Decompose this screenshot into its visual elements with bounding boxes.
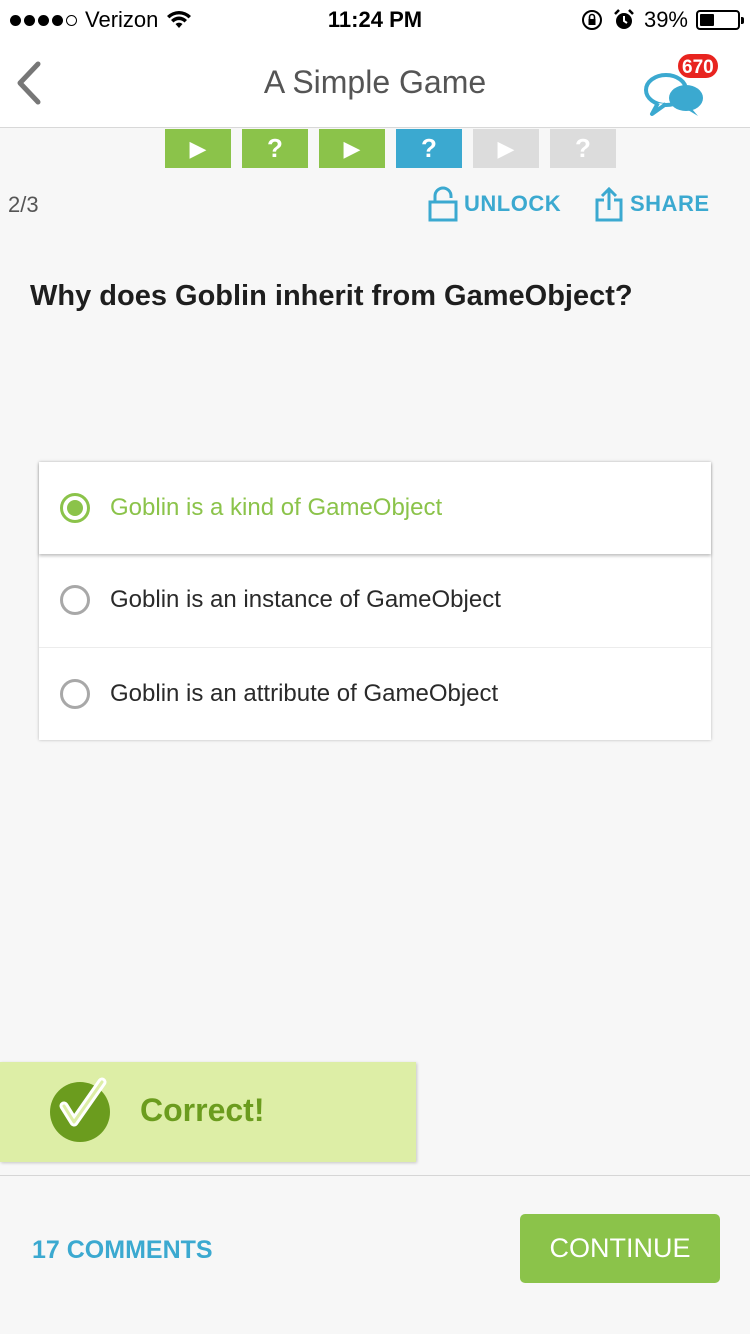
- radio-unselected-icon[interactable]: [60, 679, 90, 709]
- lesson-toolbar: 2/3 UNLOCK SHARE: [0, 180, 750, 230]
- play-icon: ▶: [497, 135, 515, 161]
- carrier-name: Verizon: [85, 7, 159, 32]
- navigation-bar: A Simple Game 670: [0, 40, 750, 128]
- discussion-button[interactable]: 670: [640, 52, 720, 118]
- answer-option-3[interactable]: Goblin is an attribute of GameObject: [39, 648, 711, 740]
- comment-count-badge: 670: [676, 52, 720, 80]
- answer-option-2[interactable]: Goblin is an instance of GameObject: [39, 554, 711, 646]
- play-icon: ▶: [343, 135, 361, 161]
- continue-button[interactable]: CONTINUE: [520, 1214, 720, 1283]
- progress-tile-1[interactable]: ▶: [165, 129, 231, 168]
- unlock-label: UNLOCK: [464, 191, 562, 216]
- lock-icon: [428, 186, 458, 222]
- battery-level: [700, 14, 715, 26]
- progress-tile-5[interactable]: ▶: [473, 129, 539, 168]
- feedback-banner: Correct!: [0, 1062, 416, 1162]
- battery-percent: 39%: [643, 7, 688, 32]
- share-icon: [595, 186, 623, 222]
- question-mark-icon: ?: [267, 133, 283, 163]
- share-button[interactable]: SHARE: [594, 186, 710, 222]
- answer-option-label: Goblin is a kind of GameObject: [110, 494, 443, 521]
- progress-tile-2[interactable]: ?: [242, 129, 308, 168]
- progress-tile-3[interactable]: ▶: [319, 129, 385, 168]
- status-left: Verizon: [10, 7, 192, 33]
- lesson-progress-tiles: ▶? ▶? ▶?: [165, 129, 616, 168]
- answer-option-1[interactable]: Goblin is a kind of GameObject: [39, 462, 711, 554]
- signal-strength-icon: [10, 14, 77, 26]
- checkmark-icon: [50, 1077, 110, 1142]
- battery-icon: [696, 10, 744, 30]
- status-right: 39%: [580, 7, 744, 33]
- wifi-icon: [167, 11, 192, 28]
- rotation-lock-icon: [581, 10, 602, 30]
- progress-tile-4[interactable]: ?: [396, 129, 462, 168]
- comments-link[interactable]: 17 COMMENTS: [32, 1236, 213, 1265]
- page-counter: 2/3: [8, 192, 39, 217]
- answer-options: Goblin is a kind of GameObject Goblin is …: [39, 462, 711, 740]
- page-title: A Simple Game: [263, 64, 487, 100]
- status-bar: Verizon 11:24 PM 39%: [0, 0, 750, 40]
- answer-option-label: Goblin is an attribute of GameObject: [110, 680, 499, 707]
- alarm-icon: [614, 9, 634, 29]
- question-mark-icon: ?: [575, 133, 591, 163]
- footer: 17 COMMENTS CONTINUE: [0, 1175, 750, 1334]
- question-mark-icon: ?: [421, 133, 437, 163]
- question-text: Why does Goblin inherit from GameObject?: [30, 280, 633, 312]
- share-label: SHARE: [630, 191, 710, 216]
- radio-selected-icon[interactable]: [60, 493, 90, 523]
- play-icon: ▶: [189, 135, 207, 161]
- radio-unselected-icon[interactable]: [60, 585, 90, 615]
- progress-tile-6[interactable]: ?: [550, 129, 616, 168]
- feedback-text: Correct!: [140, 1092, 265, 1128]
- unlock-button[interactable]: UNLOCK: [428, 186, 561, 222]
- answer-option-label: Goblin is an instance of GameObject: [110, 586, 501, 613]
